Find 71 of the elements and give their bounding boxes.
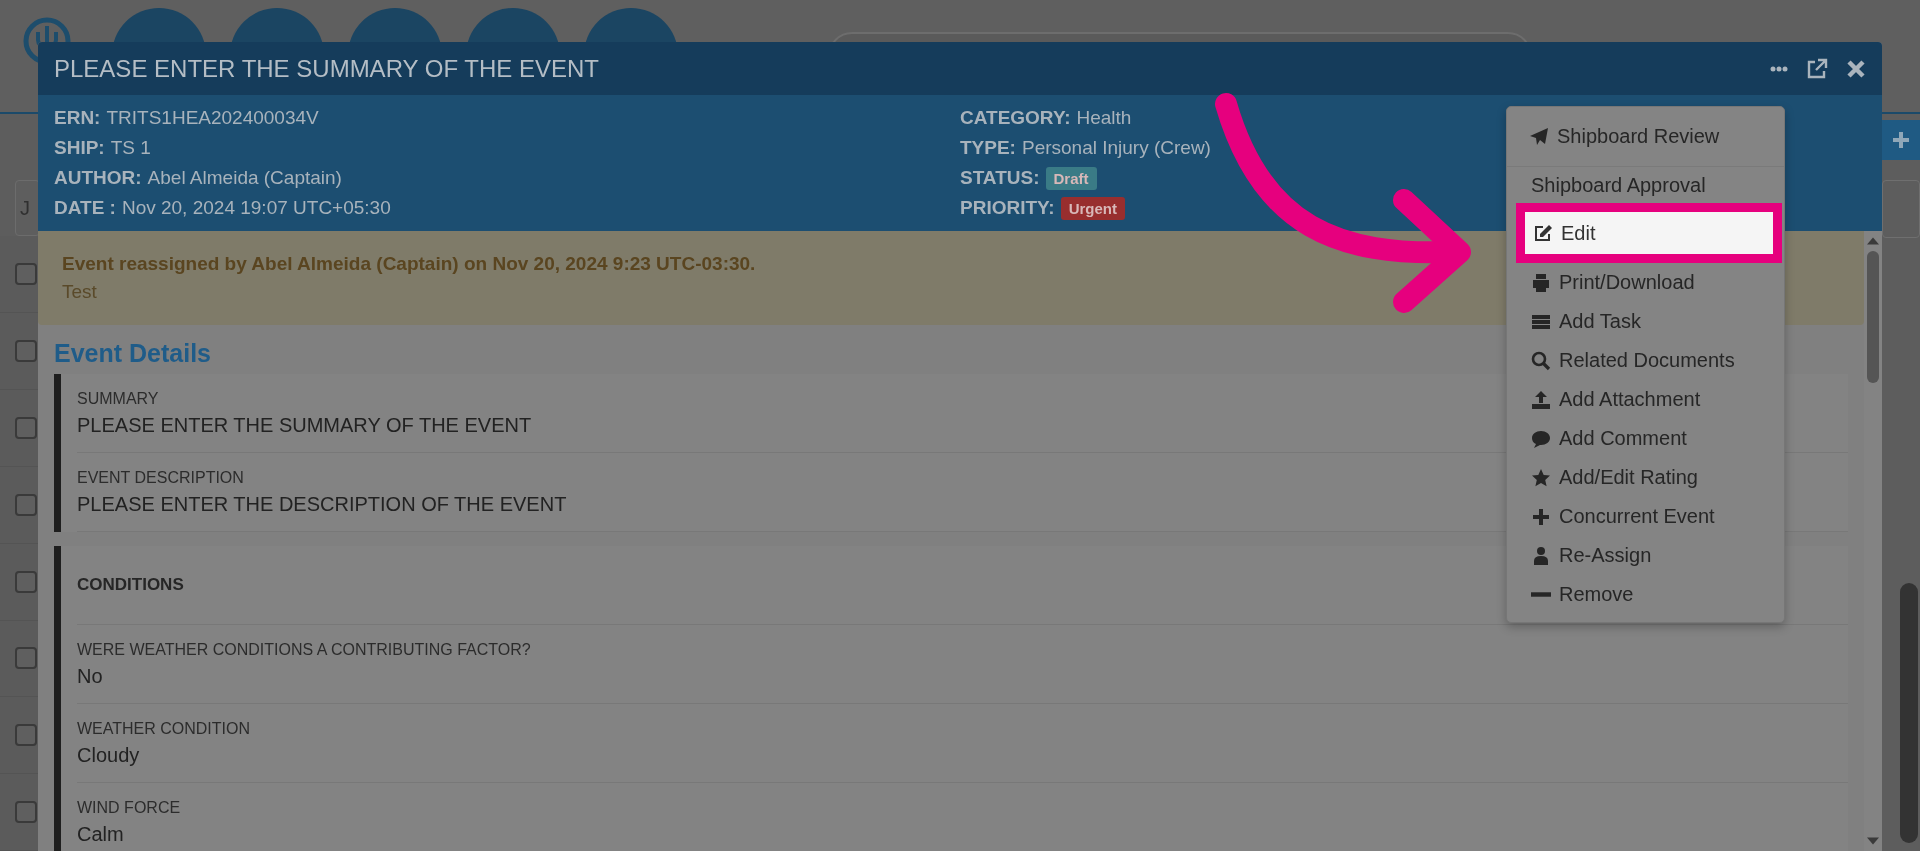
info-value: Abel Almeida (Captain) xyxy=(147,167,342,189)
field-label: WERE WEATHER CONDITIONS A CONTRIBUTING FACTOR? xyxy=(77,640,531,659)
comment-icon xyxy=(1531,428,1551,449)
menu-item[interactable]: Add/Edit Rating xyxy=(1507,458,1784,497)
menu-item[interactable]: Print/Download xyxy=(1507,263,1784,302)
toolbar-button[interactable] xyxy=(1882,180,1920,238)
checkbox[interactable] xyxy=(15,340,37,363)
minus-icon xyxy=(1531,592,1551,597)
section-heading: Event Details xyxy=(54,339,211,368)
field-value: No xyxy=(77,664,103,688)
info-value: TS 1 xyxy=(110,137,151,159)
star-icon xyxy=(1531,467,1551,488)
info-value: TRITS1HEA202400034V xyxy=(106,107,319,129)
checkbox[interactable] xyxy=(15,801,37,824)
alert-title: Event reassigned by Abel Almeida (Captain) on Nov 20, 2024 9:23 UTC-03:30. xyxy=(62,253,756,275)
send-icon xyxy=(1529,126,1549,147)
more-icon[interactable] xyxy=(1770,65,1788,72)
checkbox[interactable] xyxy=(15,647,37,670)
menu-item[interactable]: Add Attachment xyxy=(1507,380,1784,419)
checkbox[interactable] xyxy=(15,493,37,516)
edit-icon xyxy=(1533,223,1553,243)
info-label: DATE : xyxy=(54,197,116,219)
menu-item[interactable]: Add Task xyxy=(1507,302,1784,341)
info-value: Health xyxy=(1076,107,1132,129)
checkbox[interactable] xyxy=(15,570,37,593)
printer-icon xyxy=(1531,272,1551,293)
field-label: SUMMARY xyxy=(77,389,159,408)
user-icon xyxy=(1531,545,1551,566)
info-label: STATUS: xyxy=(960,167,1040,189)
info-value: Nov 20, 2024 19:07 UTC+05:30 xyxy=(121,197,391,219)
menu-item[interactable]: Re-Assign xyxy=(1507,536,1784,575)
field-value: Cloudy xyxy=(77,743,140,767)
menu-item[interactable]: Related Documents xyxy=(1507,341,1784,380)
field-label: EVENT DESCRIPTION xyxy=(77,468,244,487)
field-value: PLEASE ENTER THE DESCRIPTION OF THE EVENT xyxy=(77,492,567,516)
field-value: PLEASE ENTER THE SUMMARY OF THE EVENT xyxy=(77,413,532,437)
checkbox[interactable] xyxy=(15,263,37,286)
alert-text: Test xyxy=(62,281,97,303)
section-title: CONDITIONS xyxy=(77,575,184,595)
plus-icon xyxy=(1891,130,1911,150)
status-badge: Urgent xyxy=(1060,196,1125,220)
plus-icon xyxy=(1531,506,1551,527)
info-label: SHIP: xyxy=(54,137,105,159)
menu-item[interactable]: Remove xyxy=(1507,575,1784,614)
close-icon[interactable] xyxy=(1846,58,1866,79)
field-value: Calm xyxy=(77,822,124,846)
info-label: AUTHOR: xyxy=(54,167,142,189)
info-label: PRIORITY: xyxy=(960,197,1055,219)
checkbox[interactable] xyxy=(15,724,37,747)
field-label: WEATHER CONDITION xyxy=(77,719,251,738)
add-button[interactable] xyxy=(1882,120,1920,160)
menu-item[interactable]: Edit xyxy=(1516,203,1782,263)
field-label: WIND FORCE xyxy=(77,798,181,817)
upload-icon xyxy=(1531,389,1551,410)
scroll-up-icon[interactable] xyxy=(1867,237,1879,245)
menu-item[interactable]: Shipboard Approval xyxy=(1507,167,1784,203)
info-value: Personal Injury (Crew) xyxy=(1021,137,1211,159)
info-label: TYPE: xyxy=(960,137,1016,159)
search-icon xyxy=(1531,350,1551,371)
scrollbar-thumb[interactable] xyxy=(1900,583,1918,843)
info-label: ERN: xyxy=(54,107,101,129)
scrollbar-thumb[interactable] xyxy=(1867,251,1879,383)
external-link-icon[interactable] xyxy=(1806,57,1828,80)
status-badge: Draft xyxy=(1045,166,1097,190)
dialog-title: PLEASE ENTER THE SUMMARY OF THE EVENT xyxy=(54,54,599,83)
menu-item[interactable]: Shipboard Review xyxy=(1507,107,1784,167)
info-label: CATEGORY: xyxy=(960,107,1071,129)
menu-item[interactable]: Concurrent Event xyxy=(1507,497,1784,536)
checkbox[interactable] xyxy=(15,417,37,439)
menu-item[interactable]: Add Comment xyxy=(1507,419,1784,458)
scroll-down-icon[interactable] xyxy=(1867,837,1879,845)
